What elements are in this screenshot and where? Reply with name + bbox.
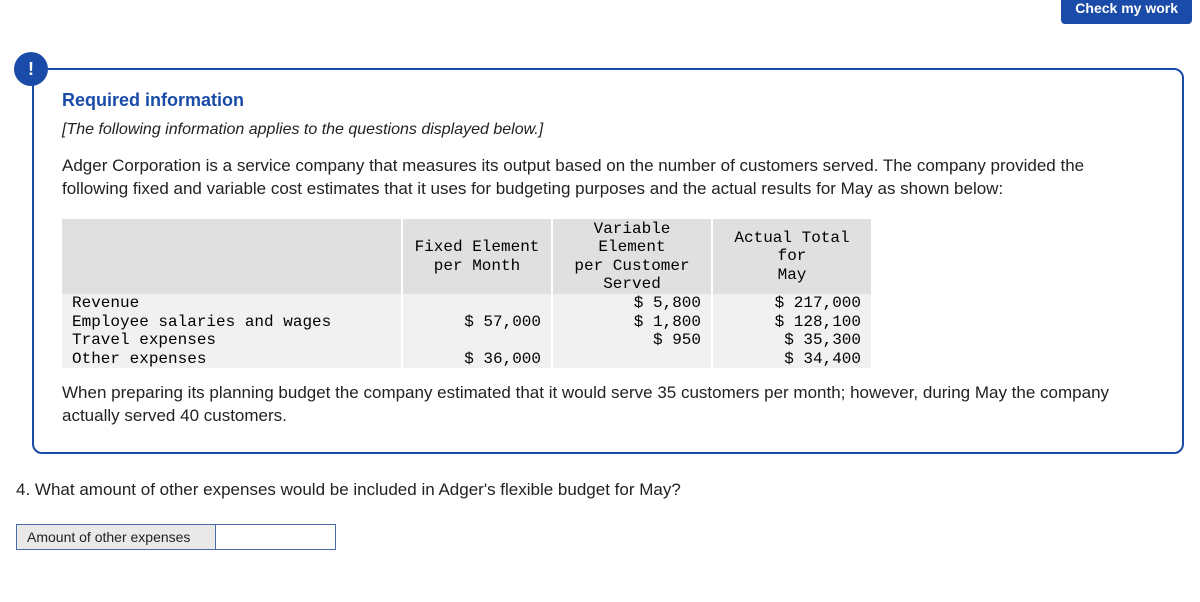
table-header-variable: Variable Element per Customer Served	[552, 219, 712, 295]
table-header-fixed-text: Fixed Element per Month	[413, 238, 541, 275]
table-header-actual-text: Actual Total for May	[723, 229, 861, 284]
cell-fixed	[402, 294, 552, 312]
required-information-box: Required information [The following info…	[32, 68, 1184, 454]
cell-actual: $ 35,300	[712, 331, 872, 349]
question-text: 4. What amount of other expenses would b…	[16, 480, 1184, 500]
question-number: 4.	[16, 480, 30, 499]
cell-actual: $ 128,100	[712, 313, 872, 331]
applies-note: [The following information applies to th…	[62, 121, 1154, 139]
row-label: Travel expenses	[62, 331, 402, 349]
intro-paragraph: Adger Corporation is a service company t…	[62, 155, 1154, 201]
cell-variable: $ 950	[552, 331, 712, 349]
cell-fixed	[402, 331, 552, 349]
table-row: Other expenses $ 36,000 $ 34,400	[62, 350, 872, 368]
question-body: What amount of other expenses would be i…	[35, 480, 681, 499]
table-header-actual: Actual Total for May	[712, 219, 872, 295]
cell-fixed: $ 36,000	[402, 350, 552, 368]
question-area: 4. What amount of other expenses would b…	[16, 480, 1184, 550]
row-label: Other expenses	[62, 350, 402, 368]
check-my-work-button[interactable]: Check my work	[1061, 0, 1192, 24]
other-expenses-input[interactable]	[216, 524, 336, 550]
row-label: Employee salaries and wages	[62, 313, 402, 331]
table-header-variable-text: Variable Element per Customer Served	[563, 220, 701, 294]
cell-fixed: $ 57,000	[402, 313, 552, 331]
answer-label: Amount of other expenses	[16, 524, 216, 550]
cell-variable: $ 5,800	[552, 294, 712, 312]
row-label: Revenue	[62, 294, 402, 312]
cost-estimates-table: Fixed Element per Month Variable Element…	[62, 219, 873, 368]
required-information-title: Required information	[62, 90, 1154, 111]
table-header-fixed: Fixed Element per Month	[402, 219, 552, 295]
cell-variable: $ 1,800	[552, 313, 712, 331]
table-row: Travel expenses $ 950 $ 35,300	[62, 331, 872, 349]
alert-icon: !	[14, 52, 48, 86]
table-row: Employee salaries and wages $ 57,000 $ 1…	[62, 313, 872, 331]
cell-actual: $ 34,400	[712, 350, 872, 368]
table-header-blank	[62, 219, 402, 295]
table-row: Revenue $ 5,800 $ 217,000	[62, 294, 872, 312]
closing-paragraph: When preparing its planning budget the c…	[62, 382, 1154, 428]
cell-variable	[552, 350, 712, 368]
cell-actual: $ 217,000	[712, 294, 872, 312]
answer-row: Amount of other expenses	[16, 524, 1184, 550]
